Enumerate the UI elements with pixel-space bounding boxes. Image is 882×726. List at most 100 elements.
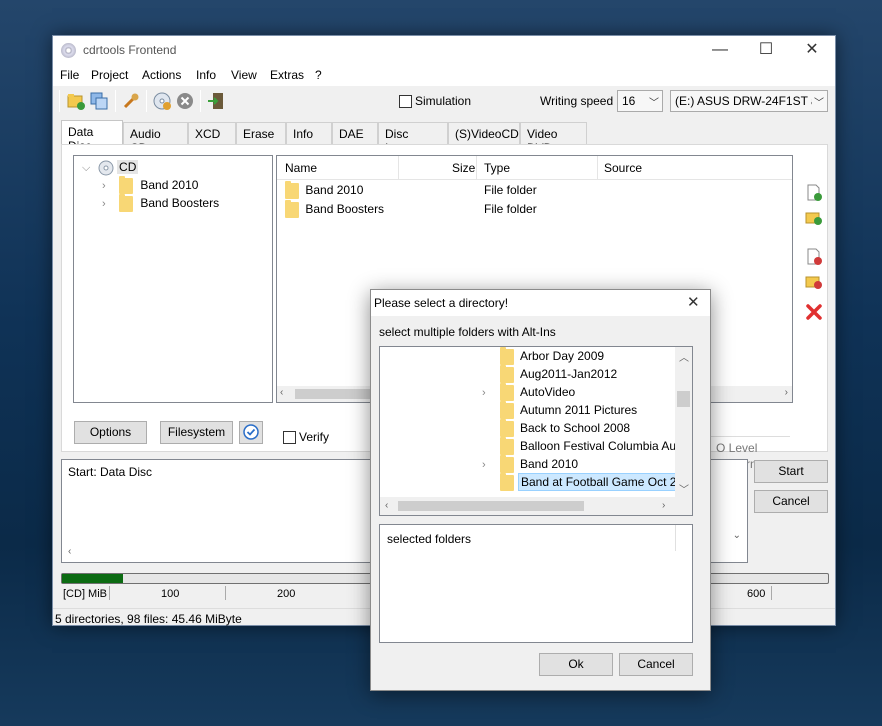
dialog-close-button[interactable]: ✕ (687, 293, 700, 311)
remove-folder-icon[interactable] (805, 272, 823, 290)
scroll-right-icon[interactable]: › (785, 387, 788, 398)
add-file-icon[interactable] (805, 184, 823, 202)
start-button[interactable]: Start (754, 460, 828, 483)
scroll-left-icon[interactable]: ‹ (68, 546, 71, 557)
drive-select[interactable]: (E:) ASUS DRW-24F1ST a ﹀ (670, 90, 828, 112)
selected-folders-list[interactable]: selected folders (379, 524, 693, 643)
scroll-down-icon[interactable]: ⌄ (733, 530, 741, 541)
filesystem-button[interactable]: Filesystem (160, 421, 233, 444)
chevron-right-icon[interactable]: › (102, 180, 106, 192)
dialog-cancel-button[interactable]: Cancel (619, 653, 693, 676)
tree-item-band-2010[interactable]: › Band 2010 (102, 176, 198, 194)
scroll-up-icon[interactable]: ︿ (679, 349, 689, 364)
tab-svideocd[interactable]: (S)VideoCD (448, 122, 520, 144)
column-size[interactable]: Size (452, 161, 475, 175)
folder-icon (500, 401, 514, 419)
folder-tree[interactable]: Arbor Day 2009 Aug2011-Jan2012 › AutoVideo A… (379, 346, 693, 516)
folder-name: Arbor Day 2009 (520, 349, 605, 364)
menu-file[interactable]: File (60, 68, 79, 82)
exit-icon[interactable] (206, 91, 226, 111)
folder-tree-item[interactable]: Band at Football Game Oct 20 (482, 473, 692, 493)
menu-help[interactable]: ? (315, 68, 322, 82)
folder-icon (500, 347, 514, 365)
folder-icon (500, 365, 514, 383)
remove-file-icon[interactable] (805, 248, 823, 266)
log-text: Start: Data Disc (68, 465, 153, 479)
add-folder-icon[interactable] (805, 208, 823, 226)
capacity-tick: 200 (277, 588, 296, 600)
close-button[interactable]: ✕ (789, 36, 835, 64)
tab-erase[interactable]: Erase (236, 122, 286, 144)
table-row[interactable]: Band Boosters File folder (285, 200, 785, 218)
folder-tree-item[interactable]: Aug2011-Jan2012 (482, 365, 692, 385)
tab-data-disc[interactable]: Data Disc (61, 120, 123, 153)
app-disc-icon (61, 43, 76, 58)
column-type[interactable]: Type (484, 161, 510, 175)
column-divider (398, 156, 399, 180)
folder-name: Band 2010 (520, 457, 579, 472)
scroll-thumb[interactable] (295, 389, 375, 399)
add-folder-icon[interactable] (66, 91, 86, 111)
menu-view[interactable]: View (231, 68, 257, 82)
folder-icon (285, 181, 299, 199)
speed-select[interactable]: 16 ﹀ (617, 90, 663, 112)
tree-item-band-boosters[interactable]: › Band Boosters (102, 194, 219, 212)
chevron-right-icon[interactable]: › (102, 198, 106, 210)
options-button[interactable]: Options (74, 421, 147, 444)
minimize-button[interactable]: — (697, 36, 743, 64)
simulation-checkbox[interactable] (399, 95, 412, 108)
tab-audio-cd[interactable]: Audio CD (123, 122, 188, 155)
scroll-left-icon[interactable]: ‹ (280, 387, 283, 398)
cancel-button[interactable]: Cancel (754, 490, 828, 513)
scroll-right-icon[interactable]: › (662, 500, 665, 511)
column-divider (597, 156, 598, 180)
column-source[interactable]: Source (604, 161, 642, 175)
chevron-right-icon[interactable]: › (482, 387, 496, 399)
scroll-left-icon[interactable]: ‹ (385, 500, 388, 511)
dialog-title-bar[interactable]: Please select a directory! ✕ (371, 290, 710, 316)
folder-tree-item[interactable]: Arbor Day 2009 (482, 347, 692, 367)
title-bar[interactable]: cdrtools Frontend — ☐ ✕ (53, 36, 835, 64)
menu-info[interactable]: Info (196, 68, 216, 82)
tab-info[interactable]: Info (286, 122, 332, 144)
scroll-thumb[interactable] (398, 501, 584, 511)
tab-dae[interactable]: DAE (332, 122, 378, 144)
menu-actions[interactable]: Actions (142, 68, 181, 82)
chevron-right-icon[interactable]: › (482, 459, 496, 471)
ok-button[interactable]: Ok (539, 653, 613, 676)
column-name[interactable]: Name (285, 161, 317, 175)
disc-tree[interactable]: ⌵ CD › Band 2010 › Band Boosters (73, 155, 273, 403)
folder-tree-item[interactable]: › AutoVideo (482, 383, 692, 403)
delete-icon[interactable] (805, 303, 823, 321)
folder-name: Back to School 2008 (520, 421, 631, 436)
folder-icon (500, 383, 514, 401)
simulation-label: Simulation (415, 94, 472, 108)
folder-icon (119, 194, 134, 212)
folder-tree-item[interactable]: Balloon Festival Columbia Au (482, 437, 692, 457)
capacity-tick: 100 (161, 588, 180, 600)
chevron-down-icon: ﹀ (812, 94, 824, 109)
tab-xcd[interactable]: XCD (188, 122, 236, 144)
scroll-down-icon[interactable]: ﹀ (679, 481, 689, 496)
maximize-button[interactable]: ☐ (743, 36, 789, 64)
stop-icon[interactable] (175, 91, 195, 111)
folder-tree-item[interactable]: Autumn 2011 Pictures (482, 401, 692, 421)
verify-checkbox[interactable] (283, 431, 296, 444)
tab-video-dvd[interactable]: Video DVD (520, 122, 587, 155)
tab-disc-image[interactable]: Disc Image (378, 122, 448, 155)
menu-project[interactable]: Project (91, 68, 128, 82)
tools-icon[interactable] (121, 91, 141, 111)
scroll-thumb[interactable] (677, 391, 690, 407)
disc-info-icon[interactable] (152, 91, 172, 111)
check-button[interactable] (239, 421, 263, 444)
writing-speed-label: Writing speed (540, 94, 614, 108)
folder-icon (500, 455, 514, 473)
table-row[interactable]: Band 2010 File folder (285, 181, 785, 199)
horizontal-scrollbar[interactable]: ‹ › (380, 497, 692, 515)
chevron-down-icon[interactable]: ⌵ (82, 162, 90, 174)
folder-tree-item[interactable]: Back to School 2008 (482, 419, 692, 439)
tree-root-cd[interactable]: ⌵ CD (82, 160, 139, 176)
vertical-scrollbar[interactable]: ︿ ﹀ (675, 347, 692, 497)
copy-disc-icon[interactable] (89, 91, 109, 111)
menu-extras[interactable]: Extras (270, 68, 304, 82)
